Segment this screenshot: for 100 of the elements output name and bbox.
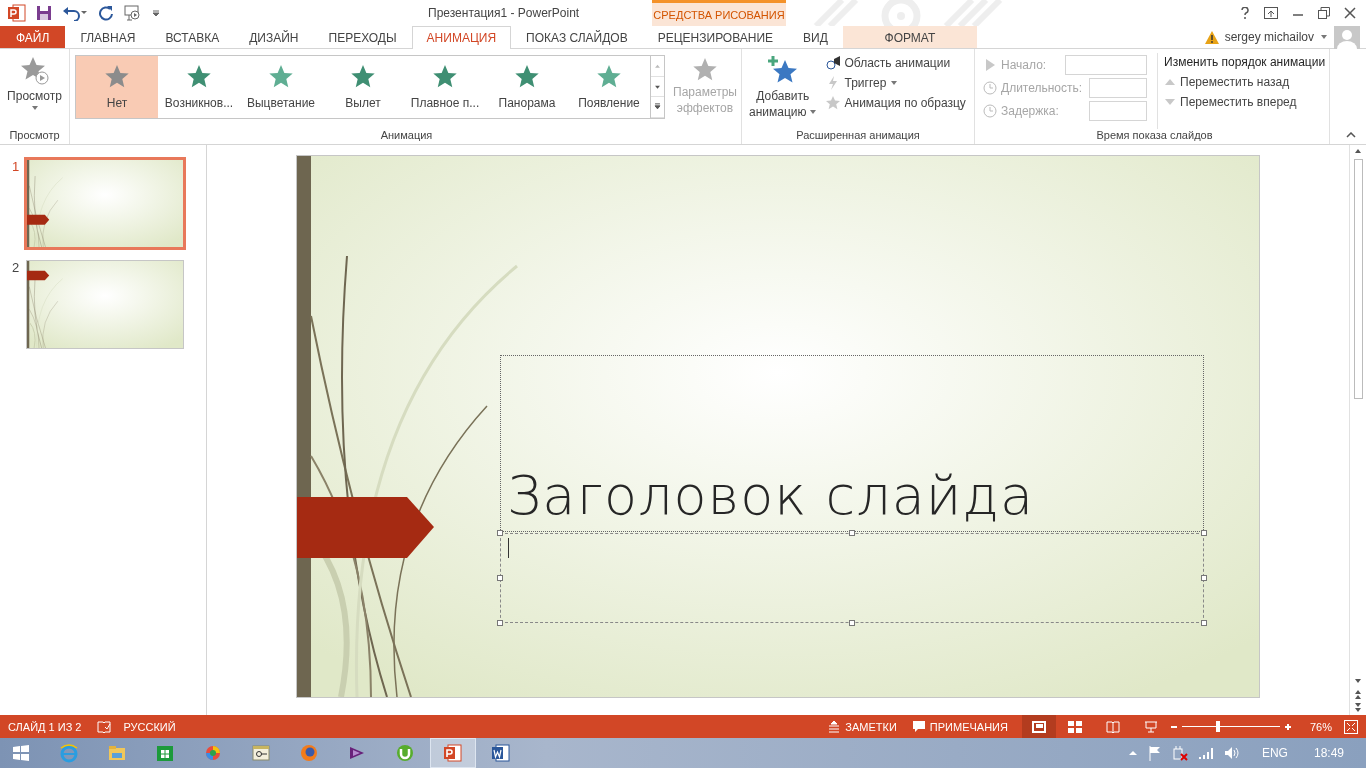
speaker-icon[interactable] [1223, 746, 1240, 760]
presentation-app-icon [8, 4, 26, 22]
customize-caret-icon[interactable] [152, 9, 160, 17]
star-icon [350, 64, 376, 90]
resize-handle[interactable] [497, 530, 503, 536]
slide-number: 2 [12, 260, 20, 277]
resize-handle[interactable] [497, 575, 503, 581]
animation-tool-icon [824, 55, 841, 71]
document-app-icon[interactable] [490, 742, 512, 764]
animation-effect[interactable]: Панорама [486, 56, 568, 118]
window-icon[interactable] [250, 742, 272, 764]
group-label: Расширенная анимация [795, 129, 921, 143]
down-triangle-icon [1164, 97, 1176, 107]
resize-handle[interactable] [497, 620, 503, 626]
field-label: Начало: [1001, 58, 1048, 72]
resize-handle[interactable] [849, 530, 855, 536]
up-triangle-icon [1164, 77, 1176, 87]
ribbon-tab[interactable]: ДИЗАЙН [234, 26, 314, 48]
reorder-heading: Изменить порядок анимации [1164, 55, 1326, 69]
presentation-app-icon[interactable] [442, 742, 464, 764]
fit-slide-icon[interactable] [1344, 719, 1358, 734]
zoom-thumb[interactable] [1216, 721, 1221, 732]
ribbon-tab[interactable]: ФОРМАТ [842, 26, 977, 48]
show-hidden-icon[interactable] [1127, 750, 1138, 756]
ribbon-display-icon[interactable] [1264, 7, 1278, 19]
preview-button[interactable]: Просмотр [3, 53, 66, 129]
power-plug-icon[interactable] [1171, 745, 1188, 761]
user-name[interactable]: sergey michailov [1224, 30, 1314, 44]
warning-icon [1204, 30, 1219, 44]
torrent-icon[interactable] [394, 742, 416, 764]
animation-effect[interactable]: Выцветание [240, 56, 322, 118]
normal-view-button[interactable] [1021, 715, 1056, 738]
star-icon [514, 64, 540, 90]
sorter-view-icon[interactable] [1067, 720, 1082, 733]
comments-button[interactable]: ПРИМЕЧАНИЯ [904, 715, 1016, 738]
title-placeholder[interactable] [500, 355, 1204, 532]
collapse-ribbon-icon[interactable] [1346, 132, 1356, 138]
save-icon[interactable] [36, 5, 52, 21]
zoom-in-icon[interactable] [1283, 722, 1292, 731]
dropdown-caret-icon [30, 105, 39, 111]
language-label[interactable]: РУССКИЙ [123, 720, 176, 733]
ribbon-tab[interactable]: ПЕРЕХОДЫ [313, 26, 412, 48]
star-icon [596, 64, 622, 90]
group-label: Просмотр [8, 129, 61, 143]
animation-effect[interactable]: Нет [76, 56, 158, 118]
spellcheck-icon[interactable] [97, 720, 112, 733]
dropdown-field[interactable] [1065, 55, 1147, 75]
resize-handle[interactable] [1201, 530, 1207, 536]
fox-globe-icon[interactable] [298, 742, 320, 764]
slideshow-icon[interactable] [1143, 720, 1158, 733]
ribbon-tab[interactable]: ФАЙЛ [0, 26, 66, 48]
group-label: Анимация [379, 129, 434, 143]
spin-field[interactable] [1089, 78, 1147, 98]
resize-handle[interactable] [1201, 620, 1207, 626]
resize-handle[interactable] [1201, 575, 1207, 581]
slide-title[interactable]: Заголовок слайда [507, 464, 1034, 527]
add-animation-button[interactable]: Добавить анимацию [745, 53, 821, 129]
animation-tool-icon [824, 95, 841, 111]
ribbon-tab[interactable]: ПОКАЗ СЛАЙДОВ [511, 26, 643, 48]
windows-start-icon[interactable] [12, 744, 30, 762]
close-icon[interactable] [1344, 7, 1356, 19]
undo-icon[interactable] [62, 5, 88, 21]
reading-view-icon[interactable] [1105, 720, 1120, 733]
animation-effect[interactable]: Появление [568, 56, 650, 118]
field-label: Задержка: [1001, 104, 1060, 118]
signal-icon[interactable] [1197, 746, 1214, 760]
normal-view-icon [1031, 720, 1046, 733]
ribbon-tab[interactable]: РЕЦЕНЗИРОВАНИЕ [642, 26, 789, 48]
play-icon [983, 58, 997, 72]
animation-effect[interactable]: Возникнов... [158, 56, 240, 118]
window-title: Презентация1 - PowerPoint [427, 6, 581, 20]
star-icon [186, 64, 212, 90]
animation-effect[interactable]: Плавное п... [404, 56, 486, 118]
restore-icon[interactable] [1318, 7, 1330, 19]
ribbon-tab[interactable]: ГЛАВНАЯ [65, 26, 151, 48]
scrollbar-thumb[interactable] [1353, 159, 1363, 399]
slideshow-icon[interactable] [124, 5, 142, 21]
ribbon-tab[interactable]: АНИМАЦИЯ [411, 26, 512, 49]
slide-thumbnail[interactable] [26, 260, 184, 349]
animation-effect[interactable]: Вылет [322, 56, 404, 118]
comment-icon [912, 720, 925, 733]
ribbon-tab[interactable]: ВСТАВКА [150, 26, 235, 48]
star-icon [432, 64, 458, 90]
clock-icon [983, 81, 997, 95]
help-icon[interactable] [1240, 7, 1250, 19]
account-caret-icon [1320, 34, 1328, 40]
field-label: Длительность: [1001, 81, 1084, 95]
dropdown-caret-icon [808, 109, 817, 115]
redo-icon[interactable] [98, 5, 114, 21]
spin-field[interactable] [1089, 101, 1147, 121]
slide-thumbnail[interactable] [24, 157, 186, 250]
notes-button[interactable]: ЗАМЕТКИ [820, 715, 905, 738]
zoom-percent[interactable]: 76% [1309, 720, 1332, 733]
slide-number: 1 [12, 159, 20, 176]
context-tab-header: СРЕДСТВА РИСОВАНИЯ [652, 0, 786, 26]
resize-handle[interactable] [849, 620, 855, 626]
ribbon-tab[interactable]: ВИД [788, 26, 843, 48]
flag-icon[interactable] [1147, 745, 1162, 761]
advanced-animation-button[interactable]: Область анимации [824, 55, 966, 71]
group-label: Время показа слайдов [1095, 129, 1214, 143]
